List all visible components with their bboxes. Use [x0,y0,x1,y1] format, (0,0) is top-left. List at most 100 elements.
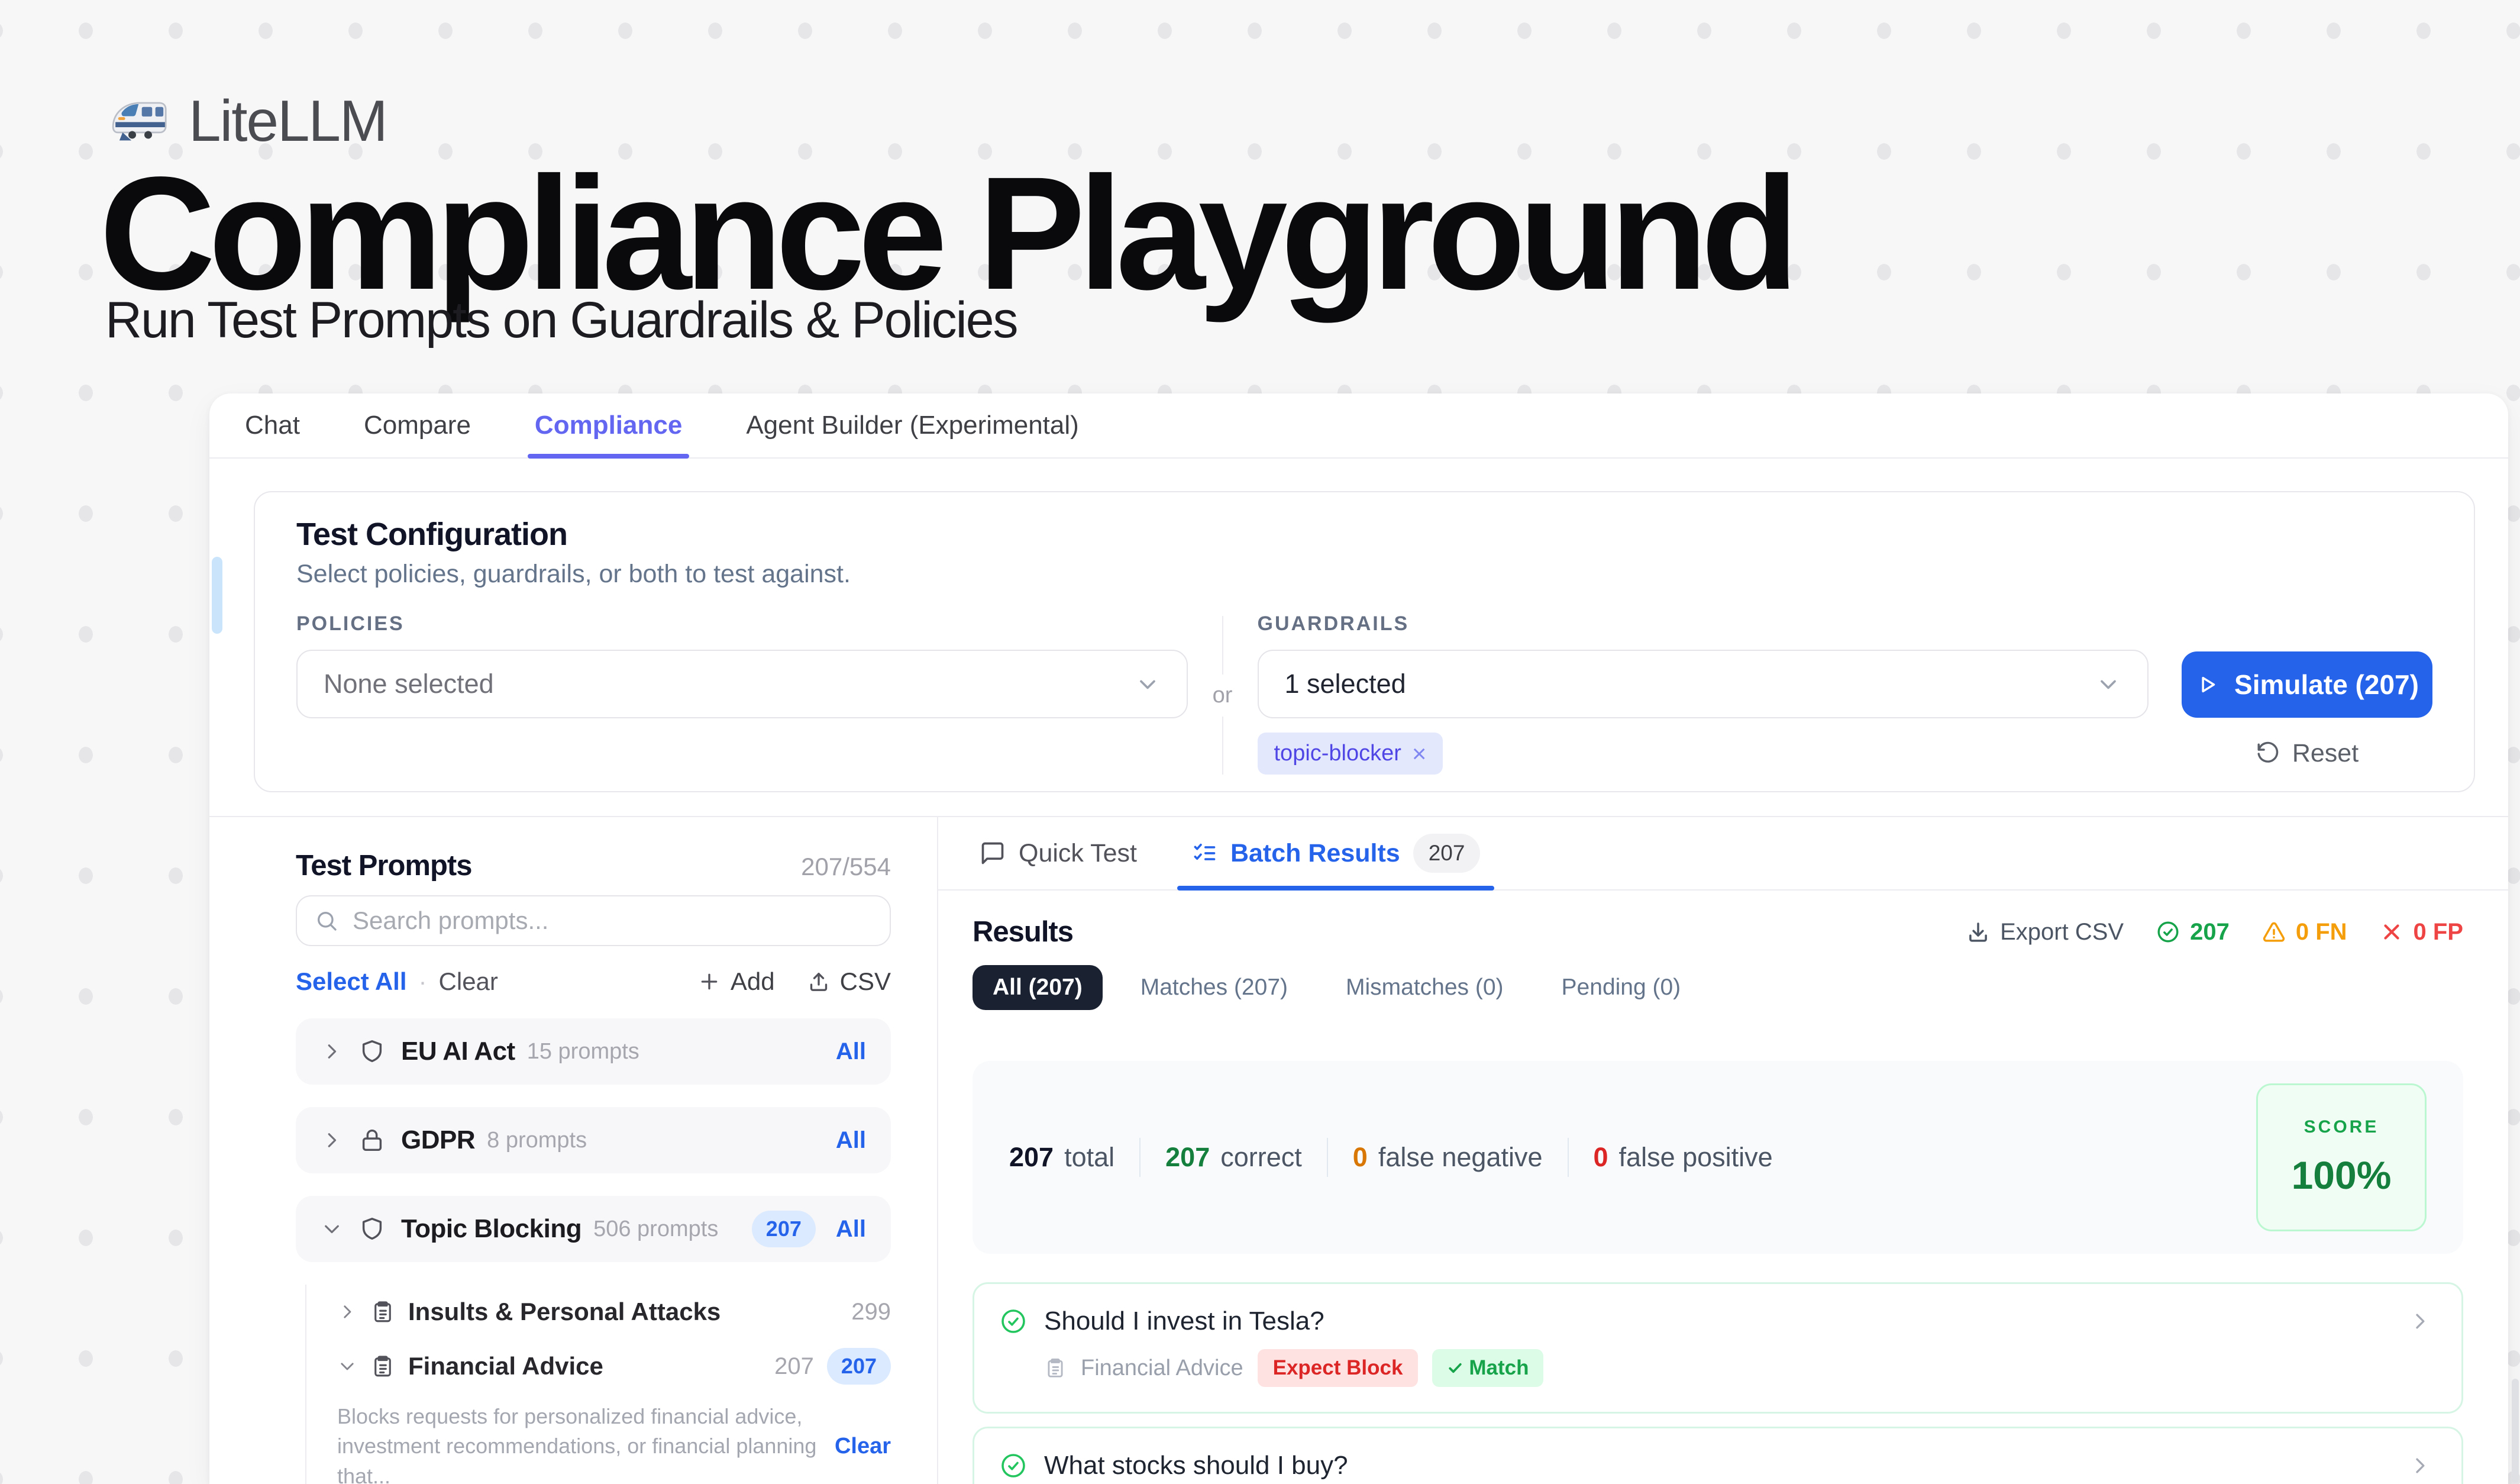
topic-blocking-subcategories: Insults & Personal Attacks 299 Financial… [305,1285,891,1484]
clear-link[interactable]: Clear [439,967,498,996]
score-label: SCORE [2304,1117,2379,1137]
or-label: or [1213,675,1233,717]
config-actions: Simulate (207) Reset [2182,612,2432,768]
clipboard-icon [370,1354,395,1379]
false-positive-stat: 0 false positive [1594,1142,1773,1173]
search-input[interactable] [351,906,872,935]
drawer-handle[interactable] [212,557,222,634]
result-row[interactable]: Should I invest in Tesla? Financial Advi… [973,1282,2463,1414]
policies-select-value: None selected [324,669,1135,699]
chevron-down-icon [337,1356,357,1376]
tab-batch-results[interactable]: Batch Results 207 [1191,817,1480,889]
stat-divider [1568,1138,1569,1177]
result-row[interactable]: What stocks should I buy? Financial Advi… [973,1427,2463,1484]
batch-count-badge: 207 [1413,834,1481,873]
prompt-search[interactable] [296,895,891,946]
subcategory-count: 207 [774,1353,814,1380]
simulate-button[interactable]: Simulate (207) [2182,651,2432,718]
category-gdpr[interactable]: GDPR 8 prompts All [296,1107,891,1173]
total-number: 207 [1009,1142,1054,1173]
category-name: Topic Blocking [401,1214,581,1244]
tab-chat[interactable]: Chat [241,393,303,457]
select-all-category-link[interactable]: All [836,1216,866,1243]
tab-compliance[interactable]: Compliance [531,393,686,457]
filter-matches[interactable]: Matches (207) [1120,965,1308,1010]
csv-upload-button[interactable]: CSV [807,967,891,996]
description-line: investment recommendations, or financial… [337,1431,817,1484]
result-question: Should I invest in Tesla? [1044,1306,1324,1336]
results-summary-card: 207 total 207 correct 0 false [973,1061,2463,1254]
fn-count: 0 FN [2296,919,2347,946]
reset-label: Reset [2292,739,2359,768]
policies-select[interactable]: None selected [296,650,1188,718]
tab-quick-test[interactable]: Quick Test [980,817,1137,889]
add-label: Add [731,967,775,996]
chevron-down-icon [321,1218,343,1240]
reset-button[interactable]: Reset [2256,739,2359,768]
export-label: Export CSV [2000,919,2124,946]
export-csv-button[interactable]: Export CSV [1966,919,2124,946]
clear-subcategory-link[interactable]: Clear [817,1434,891,1459]
category-count: 8 prompts [487,1128,587,1153]
select-all-category-link[interactable]: All [836,1038,866,1065]
compliance-playground-page: LiteLLM Compliance Playground Run Test P… [0,0,2520,1484]
circle-check-icon [999,1307,1028,1335]
clipboard-icon [1044,1357,1067,1379]
results-tabs: Quick Test Batch Results 207 [938,817,2508,891]
fn-label: false negative [1378,1142,1543,1173]
select-all-category-link[interactable]: All [836,1127,866,1154]
scrollbar-thumb[interactable] [2512,1379,2519,1483]
tab-label: Quick Test [1019,839,1137,868]
close-icon[interactable]: × [1412,741,1427,766]
category-eu-ai-act[interactable]: EU AI Act 15 prompts All [296,1018,891,1085]
result-filters: All (207) Matches (207) Mismatches (0) P… [973,965,2463,1010]
subcategory-name: Financial Advice [408,1352,603,1380]
tab-agent-builder[interactable]: Agent Builder (Experimental) [742,393,1082,457]
category-name: GDPR [401,1125,475,1155]
prompts-count: 207/554 [801,853,891,881]
simulate-label: Simulate (207) [2234,669,2419,701]
result-question: What stocks should I buy? [1044,1451,1348,1480]
pass-counter: 207 [2156,919,2230,946]
total-label: total [1064,1142,1114,1173]
lock-icon [358,1127,386,1154]
dot-separator: · [419,967,427,996]
category-topic-blocking[interactable]: Topic Blocking 506 prompts 207 All [296,1196,891,1262]
circle-check-icon [999,1451,1028,1480]
category-name: EU AI Act [401,1037,515,1066]
selected-count-badge: 207 [752,1211,816,1247]
subcategory-financial-advice[interactable]: Financial Advice 207 207 [337,1339,891,1393]
shield-icon [358,1215,386,1243]
shield-icon [358,1038,386,1065]
correct-label: correct [1220,1142,1302,1173]
score-card: SCORE 100% [2256,1083,2427,1231]
fp-label: false positive [1619,1142,1773,1173]
false-positive-counter: 0 FP [2379,919,2463,946]
subcategory-insults[interactable]: Insults & Personal Attacks 299 [337,1285,891,1339]
main-card: Chat Compare Compliance Agent Builder (E… [209,393,2508,1484]
or-divider: or [1188,612,1258,775]
category-count: 15 prompts [527,1039,639,1064]
tab-compare[interactable]: Compare [360,393,474,457]
reset-icon [2256,741,2280,766]
prompts-title: Test Prompts [296,849,471,882]
guardrails-select[interactable]: 1 selected [1258,650,2149,718]
tab-label: Batch Results [1230,839,1400,868]
add-prompt-button[interactable]: Add [697,967,775,996]
match-badge: Match [1432,1349,1543,1387]
selected-count-badge: 207 [827,1348,891,1385]
guardrail-chip-topic-blocker[interactable]: topic-blocker × [1258,733,1443,775]
filter-all[interactable]: All (207) [973,965,1103,1010]
clipboard-icon [370,1299,395,1324]
fn-number: 0 [1353,1142,1368,1173]
top-nav-tabs: Chat Compare Compliance Agent Builder (E… [209,393,2508,459]
score-value: 100% [2292,1153,2392,1198]
play-icon [2195,672,2220,697]
select-all-link[interactable]: Select All [296,967,407,996]
filter-pending[interactable]: Pending (0) [1542,965,1701,1010]
filter-mismatches[interactable]: Mismatches (0) [1326,965,1524,1010]
subcategory-name: Insults & Personal Attacks [408,1298,721,1326]
stat-divider [1327,1138,1328,1177]
correct-stat: 207 correct [1165,1142,1302,1173]
chevron-right-icon [321,1040,343,1063]
